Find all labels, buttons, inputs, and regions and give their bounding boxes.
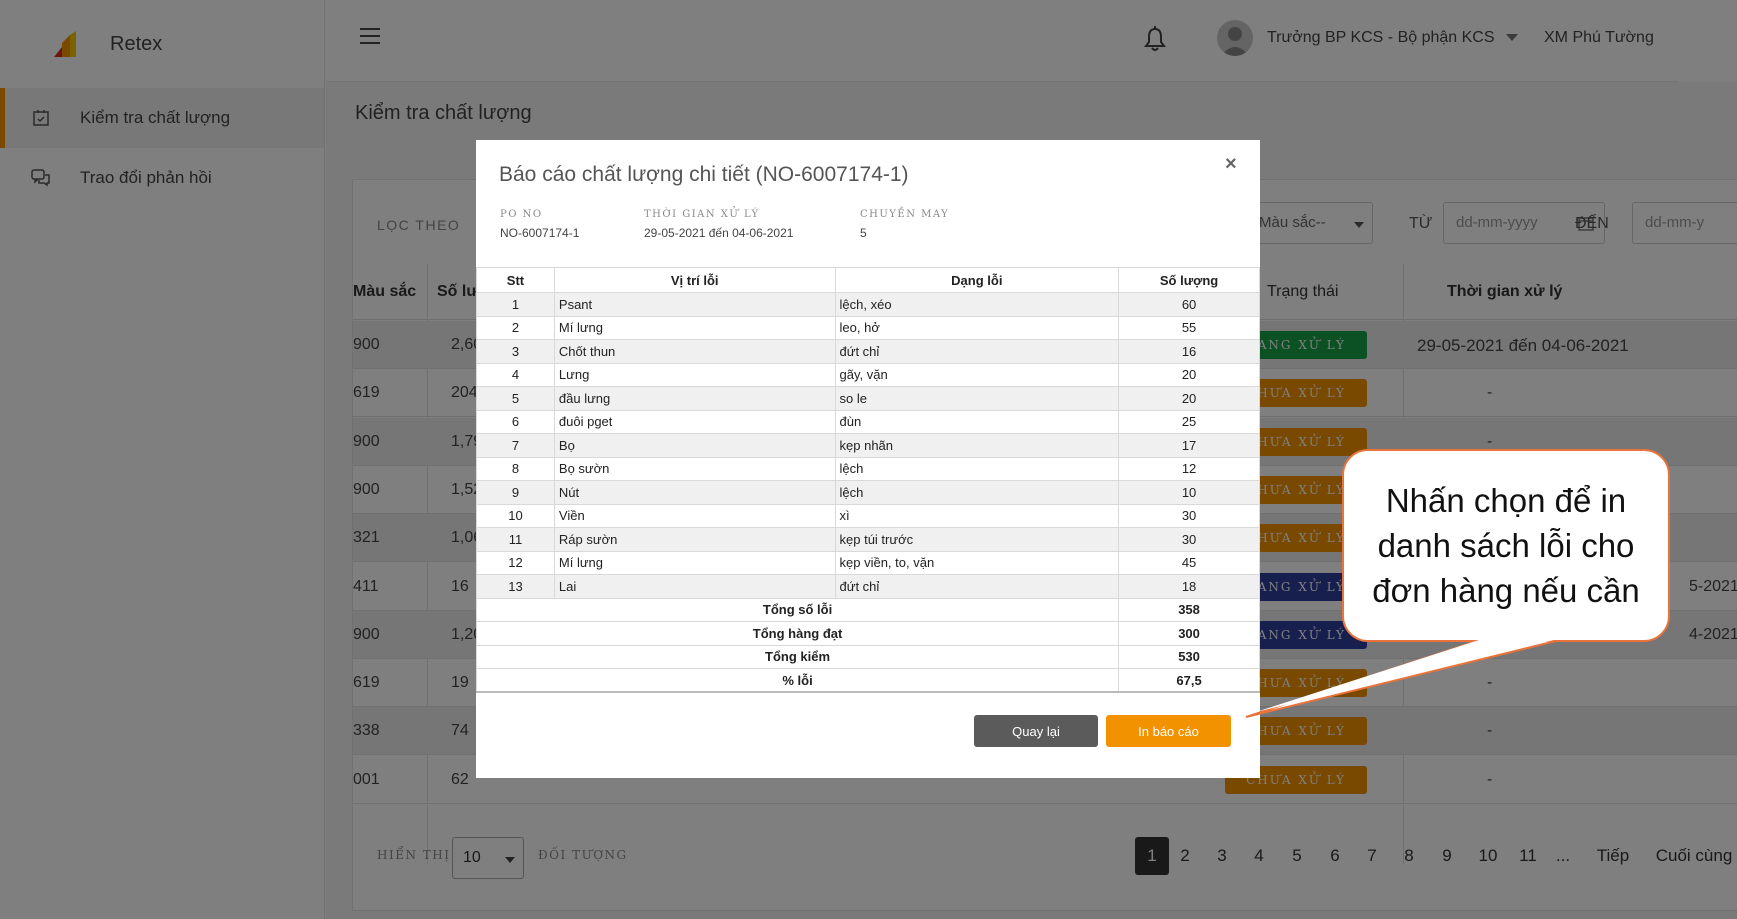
callout-bubble: Nhấn chọn để in danh sách lỗi cho đơn hà… <box>1342 449 1670 642</box>
callout-text: Nhấn chọn để in danh sách lỗi cho đơn hà… <box>1372 482 1640 609</box>
